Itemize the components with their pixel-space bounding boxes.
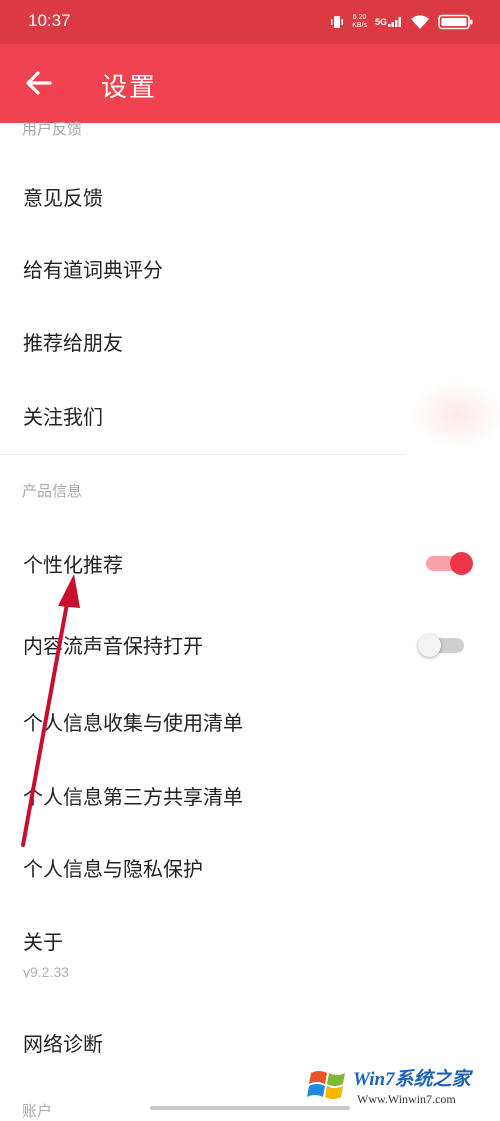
watermark: Win7系统之家 Www.Winwin7.com bbox=[305, 1058, 500, 1113]
back-button[interactable] bbox=[24, 66, 56, 100]
list-item-feedback[interactable]: 意见反馈 bbox=[0, 168, 500, 228]
content-stream-sound-toggle[interactable] bbox=[418, 634, 466, 657]
item-label: 网络诊断 bbox=[23, 1032, 103, 1056]
item-label: 推荐给朋友 bbox=[23, 331, 123, 355]
list-item-about[interactable]: 关于 v9.2.33 bbox=[0, 912, 500, 992]
windows-logo-icon bbox=[307, 1071, 345, 1099]
vibrate-icon bbox=[331, 16, 344, 28]
item-label: 个性化推荐 bbox=[23, 553, 123, 577]
personalized-recommendation-toggle[interactable] bbox=[426, 552, 474, 575]
item-label: 内容流声音保持打开 bbox=[23, 634, 203, 658]
item-label: 意见反馈 bbox=[23, 186, 103, 210]
watermark-brand: Win7系统之家 bbox=[353, 1069, 471, 1090]
home-indicator[interactable] bbox=[150, 1106, 350, 1110]
item-label: 个人信息与隐私保护 bbox=[23, 857, 203, 881]
list-item-rate-app[interactable]: 给有道词典评分 bbox=[0, 240, 500, 300]
status-time: 10:37 bbox=[28, 11, 71, 30]
list-item-info-collection[interactable]: 个人信息收集与使用清单 bbox=[0, 693, 500, 753]
item-label: 个人信息收集与使用清单 bbox=[23, 711, 243, 735]
app-version: v9.2.33 bbox=[23, 964, 69, 980]
signal-icon: 5G bbox=[375, 17, 402, 27]
network-speed: 6.20 KB/s bbox=[352, 14, 367, 29]
item-label: 给有道词典评分 bbox=[23, 258, 163, 282]
watermark-url: Www.Winwin7.com bbox=[357, 1092, 456, 1106]
arrow-left-icon bbox=[26, 71, 52, 95]
status-icons: 6.20 KB/s 5G bbox=[330, 12, 474, 32]
app-bar: 设置 bbox=[0, 44, 500, 123]
decorative-glow bbox=[410, 380, 500, 450]
item-label: 关于 bbox=[23, 930, 63, 954]
list-item-third-party-sharing[interactable]: 个人信息第三方共享清单 bbox=[0, 767, 500, 827]
wifi-icon bbox=[411, 15, 429, 29]
list-item-privacy-protection[interactable]: 个人信息与隐私保护 bbox=[0, 839, 500, 899]
section-header-feedback: 用户反馈 bbox=[22, 120, 83, 138]
item-label: 关注我们 bbox=[23, 405, 103, 429]
list-item-recommend-friends[interactable]: 推荐给朋友 bbox=[0, 313, 500, 373]
item-label: 个人信息第三方共享清单 bbox=[23, 785, 243, 809]
list-item-personalized-recommendation[interactable]: 个性化推荐 bbox=[0, 535, 500, 595]
section-header-account: 账户 bbox=[22, 1102, 53, 1120]
status-bar: 10:37 6.20 KB/s 5G bbox=[0, 0, 500, 44]
page-title: 设置 bbox=[101, 73, 158, 103]
section-divider bbox=[0, 454, 405, 455]
section-header-product: 产品信息 bbox=[22, 482, 83, 500]
battery-icon bbox=[438, 14, 473, 30]
